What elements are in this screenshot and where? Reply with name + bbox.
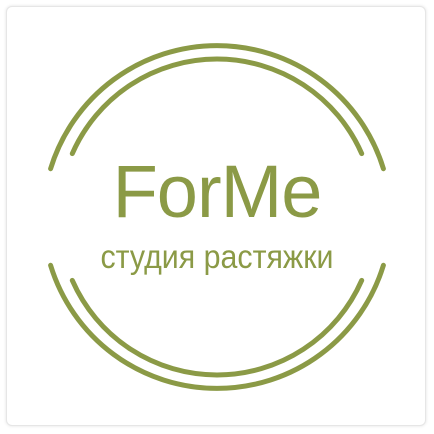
brand-tagline: студия растяжки <box>100 238 334 275</box>
lower-inner-arc <box>69 277 365 378</box>
brand-name: ForMe <box>112 150 323 233</box>
upper-inner-arc <box>69 56 365 157</box>
